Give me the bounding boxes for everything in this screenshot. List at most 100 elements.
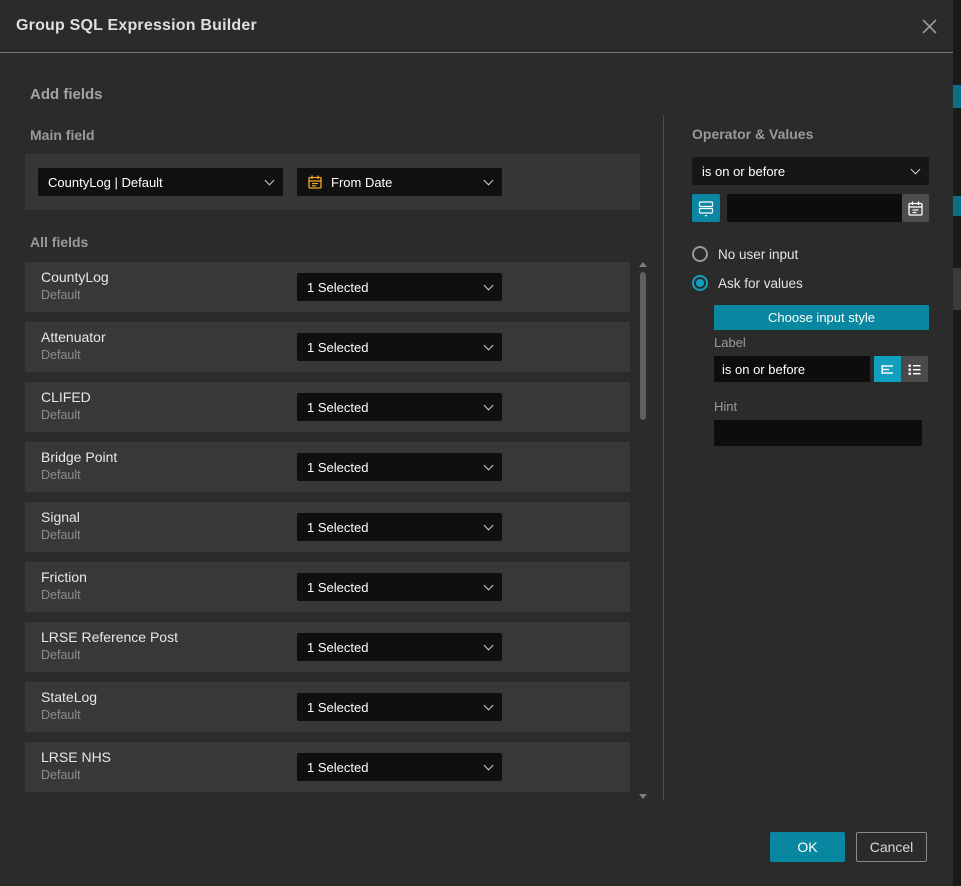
chevron-down-icon [911,164,921,174]
field-row-countylog: CountyLog Default 1 Selected [25,262,630,312]
field-type: Default [41,468,81,482]
multi-value-style-button[interactable] [901,356,928,382]
chevron-down-icon [484,280,494,290]
scroll-down-arrow-icon[interactable] [639,794,647,799]
main-source-select[interactable]: CountyLog | Default [38,168,283,196]
align-left-icon [879,361,896,378]
chevron-down-icon [484,580,494,590]
edge-accent-mark [953,85,961,108]
group-sql-expression-builder-dialog: Group SQL Expression Builder Add fields … [0,0,961,886]
field-name: StateLog [41,689,97,705]
field-row-friction: Friction Default 1 Selected [25,562,630,612]
hint-input[interactable] [714,420,922,446]
single-value-style-button[interactable] [874,356,901,382]
value-input-type-button[interactable] [692,194,720,222]
radio-ask-for-values[interactable]: Ask for values [692,274,803,292]
choose-input-style-button[interactable]: Choose input style [714,305,929,330]
selection-count: 1 Selected [307,520,485,535]
label-caption: Label [714,335,746,350]
field-selection-dropdown[interactable]: 1 Selected [297,393,502,421]
field-type: Default [41,408,81,422]
chevron-down-icon [484,520,494,530]
radio-no-user-input[interactable]: No user input [692,245,798,263]
title-bar: Group SQL Expression Builder [0,0,953,52]
main-date-field-select[interactable]: From Date [297,168,502,196]
field-selection-dropdown[interactable]: 1 Selected [297,273,502,301]
date-picker-button[interactable] [902,194,929,222]
main-date-field-value: From Date [331,175,485,190]
panel-divider [663,115,664,800]
selection-count: 1 Selected [307,580,485,595]
edge-gray-mark [953,268,961,310]
selection-count: 1 Selected [307,700,485,715]
page-edge-strip [953,0,961,886]
chevron-down-icon [484,175,494,185]
field-selection-dropdown[interactable]: 1 Selected [297,333,502,361]
chevron-down-icon [265,175,275,185]
chevron-down-icon [484,460,494,470]
operator-select[interactable]: is on or before [692,157,929,185]
value-list-icon [697,199,715,217]
field-type: Default [41,768,81,782]
selection-count: 1 Selected [307,640,485,655]
field-name: LRSE NHS [41,749,111,765]
calendar-icon [907,200,924,217]
chevron-down-icon [484,340,494,350]
radio-no-user-input-label: No user input [718,247,798,262]
calendar-icon [307,174,323,190]
field-row-lrse-reference-post: LRSE Reference Post Default 1 Selected [25,622,630,672]
field-type: Default [41,288,81,302]
radio-circle-selected-icon [692,275,708,291]
field-name: Bridge Point [41,449,117,465]
selection-count: 1 Selected [307,280,485,295]
title-divider [0,52,953,53]
add-fields-heading: Add fields [30,86,103,103]
radio-ask-for-values-label: Ask for values [718,276,803,291]
dialog-title: Group SQL Expression Builder [16,0,257,52]
all-fields-heading: All fields [30,234,88,250]
field-selection-dropdown[interactable]: 1 Selected [297,693,502,721]
field-selection-dropdown[interactable]: 1 Selected [297,453,502,481]
field-selection-dropdown[interactable]: 1 Selected [297,633,502,661]
field-selection-dropdown[interactable]: 1 Selected [297,753,502,781]
selection-count: 1 Selected [307,760,485,775]
operator-select-value: is on or before [702,164,912,179]
field-type: Default [41,588,81,602]
field-type: Default [41,528,81,542]
field-row-clifed: CLIFED Default 1 Selected [25,382,630,432]
field-name: Friction [41,569,87,585]
cancel-button[interactable]: Cancel [856,832,927,862]
field-row-signal: Signal Default 1 Selected [25,502,630,552]
hint-caption: Hint [714,399,737,414]
field-name: CLIFED [41,389,91,405]
close-icon[interactable] [920,17,939,36]
chevron-down-icon [484,400,494,410]
field-row-attenuator: Attenuator Default 1 Selected [25,322,630,372]
scroll-up-arrow-icon[interactable] [639,262,647,267]
date-value-input[interactable] [727,194,929,222]
field-selection-dropdown[interactable]: 1 Selected [297,513,502,541]
chevron-down-icon [484,640,494,650]
main-source-select-value: CountyLog | Default [48,175,266,190]
selection-count: 1 Selected [307,460,485,475]
bullet-list-icon [906,361,923,378]
field-type: Default [41,348,81,362]
field-row-lrse-nhs: LRSE NHS Default 1 Selected [25,742,630,792]
field-name: CountyLog [41,269,109,285]
field-type: Default [41,708,81,722]
label-input[interactable] [714,356,870,382]
selection-count: 1 Selected [307,400,485,415]
field-name: Signal [41,509,80,525]
field-row-statelog: StateLog Default 1 Selected [25,682,630,732]
selection-count: 1 Selected [307,340,485,355]
ok-button[interactable]: OK [770,832,845,862]
field-name: Attenuator [41,329,106,345]
edge-accent-mark [953,196,961,216]
operator-values-heading: Operator & Values [692,126,813,142]
field-type: Default [41,648,81,662]
field-name: LRSE Reference Post [41,629,178,645]
chevron-down-icon [484,700,494,710]
field-selection-dropdown[interactable]: 1 Selected [297,573,502,601]
list-scrollbar-thumb[interactable] [640,272,646,420]
chevron-down-icon [484,760,494,770]
